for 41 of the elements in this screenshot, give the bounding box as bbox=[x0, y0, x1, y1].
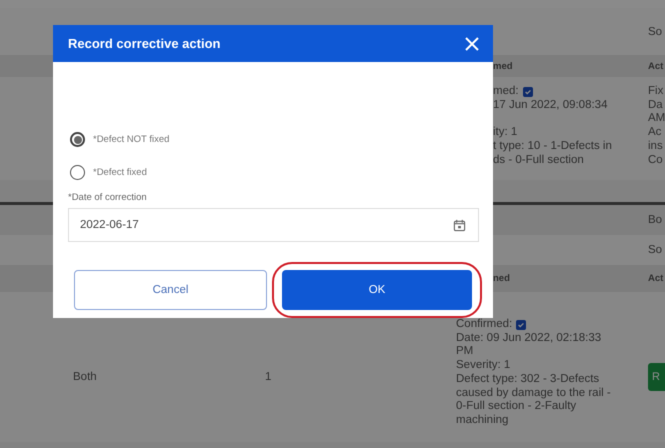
calendar-icon bbox=[453, 218, 466, 232]
table-cell-text: Bo bbox=[648, 214, 664, 226]
dialog-title: Record corrective action bbox=[68, 36, 220, 51]
table-cell-text: Fix bbox=[648, 85, 664, 99]
cancel-button[interactable]: Cancel bbox=[74, 270, 267, 310]
table-cell-text: Da bbox=[648, 98, 664, 112]
radio-button[interactable] bbox=[70, 165, 85, 180]
date-field[interactable]: 2022-06-17 bbox=[68, 208, 479, 242]
column-header: ned bbox=[493, 273, 511, 284]
defect-detail: Date: 09 Jun 2022, 02:18:33 bbox=[456, 332, 602, 346]
table-cell-text: So bbox=[648, 244, 664, 256]
defect-detail: Severity: 1 bbox=[456, 359, 510, 373]
confirmed-label: Confirmed: bbox=[456, 318, 512, 332]
table-cell: AM bbox=[648, 112, 665, 126]
column-header: med bbox=[493, 60, 514, 72]
defect-detail: ity: 1 bbox=[493, 126, 518, 140]
ok-button[interactable]: OK bbox=[282, 270, 472, 310]
radio-button[interactable] bbox=[70, 132, 85, 147]
confirmed-checkbox[interactable] bbox=[516, 320, 526, 330]
field-label: *Date of correction bbox=[68, 192, 148, 203]
table-cell: Both bbox=[73, 371, 97, 383]
column-header: Act bbox=[648, 273, 664, 284]
table-cell: 1 bbox=[265, 371, 272, 383]
defect-detail: Defect type: 302 - 3-Defects bbox=[456, 372, 600, 387]
defect-detail: ds - 0-Full section bbox=[493, 154, 584, 168]
table-cell-text: Co bbox=[648, 154, 664, 168]
confirmed-checkbox[interactable] bbox=[522, 86, 533, 97]
table-cell-text: Ac bbox=[648, 126, 662, 140]
defect-detail: t type: 10 - 1-Defects in bbox=[493, 140, 612, 154]
column-header: Act bbox=[648, 60, 664, 72]
table-cell-text: So bbox=[648, 26, 664, 38]
close-icon[interactable] bbox=[465, 36, 479, 50]
defect-detail: caused by damage to the rail - bbox=[456, 386, 611, 400]
radio-label: *Defect NOT fixed bbox=[93, 134, 170, 145]
defect-detail: machining bbox=[456, 414, 508, 428]
defect-detail: PM bbox=[456, 345, 474, 360]
confirmed-label: med: bbox=[493, 85, 519, 99]
defect-detail: 17 Jun 2022, 09:08:34 bbox=[493, 98, 608, 112]
defect-detail: 0-Full section - 2-Faulty bbox=[456, 400, 576, 414]
radio-label: *Defect fixed bbox=[93, 167, 147, 178]
table-cell-text: ins bbox=[648, 140, 664, 154]
